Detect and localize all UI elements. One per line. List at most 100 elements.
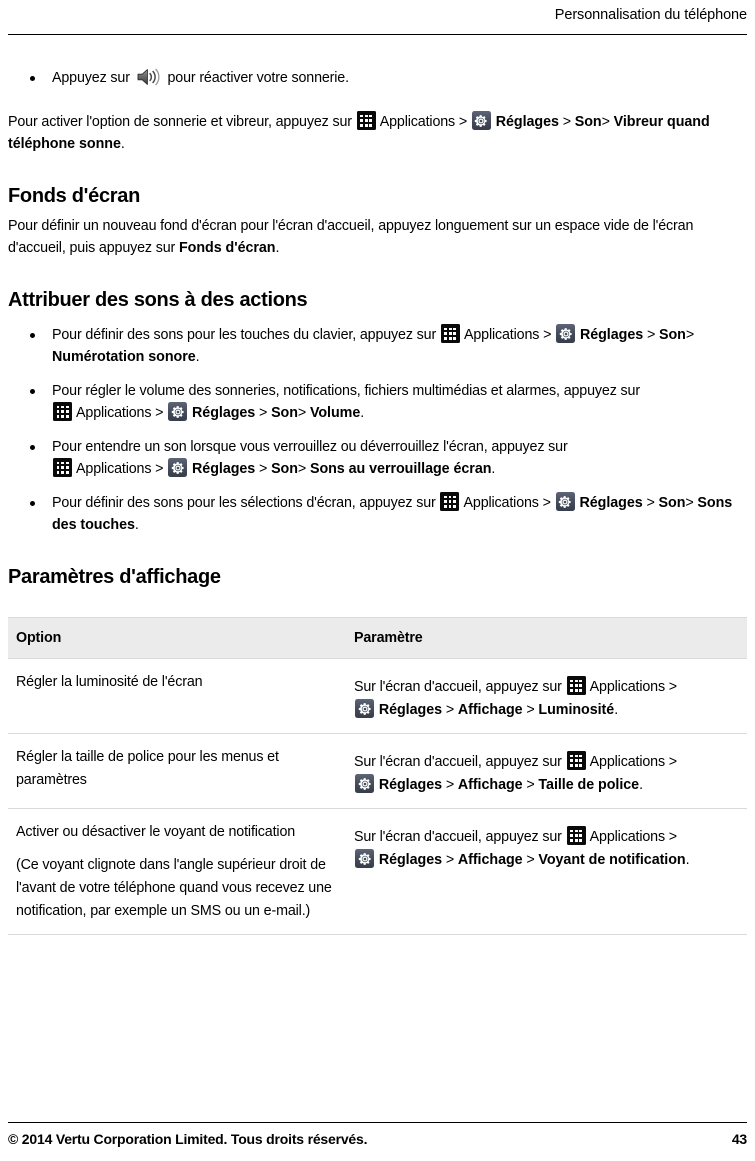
- path-separator: >: [668, 829, 677, 845]
- cell-parametre: Sur l'écran d'accueil, appuyez sur Appli…: [346, 808, 747, 935]
- reglages-label: Réglages: [495, 114, 559, 130]
- display-settings-table: Option Paramètre Régler la luminosité de…: [8, 617, 747, 935]
- settings-gear-icon: [168, 458, 188, 477]
- applications-label: Applications: [589, 829, 665, 845]
- bullet-lead-text: Pour entendre un son lorsque vous verrou…: [52, 439, 568, 455]
- page-content: Appuyez sur pour réactiver votre sonneri…: [8, 35, 747, 935]
- path-separator: >: [526, 702, 535, 718]
- section-heading-sounds: Attribuer des sons à des actions: [8, 289, 308, 311]
- sentence-period: .: [275, 239, 280, 256]
- path-separator: >: [155, 405, 164, 421]
- paragraph-lead: Pour activer l'option de sonnerie et vib…: [8, 114, 352, 130]
- bullet-lead-text: Pour définir des sons pour les sélection…: [52, 495, 436, 511]
- copyright-text: © 2014 Vertu Corporation Limited. Tous d…: [8, 1131, 368, 1147]
- column-header-parametre: Paramètre: [346, 617, 747, 659]
- affichage-label: Affichage: [457, 777, 523, 793]
- son-label: Son: [271, 405, 298, 421]
- applications-label: Applications: [463, 495, 539, 511]
- option-text: Régler la taille de police pour les menu…: [16, 749, 279, 788]
- speaker-volume-icon: [136, 68, 162, 86]
- option-note: (Ce voyant clignote dans l'angle supérie…: [16, 857, 332, 919]
- settings-gear-icon: [355, 849, 374, 868]
- apps-grid-icon: [566, 826, 586, 845]
- path-separator: >: [297, 405, 307, 421]
- apps-grid-icon: [440, 324, 460, 343]
- applications-label: Applications: [76, 405, 152, 421]
- reglages-label: Réglages: [378, 777, 442, 793]
- setting-target-label: Volume: [309, 405, 361, 421]
- cell-parametre: Sur l'écran d'accueil, appuyez sur Appli…: [346, 733, 747, 809]
- document-page: Personnalisation du téléphone Appuyez su…: [0, 0, 755, 1161]
- cell-option: Activer ou désactiver le voyant de notif…: [8, 808, 346, 935]
- page-header: Personnalisation du téléphone: [8, 0, 747, 25]
- applications-label: Applications: [379, 114, 456, 130]
- path-separator: >: [646, 495, 655, 511]
- header-title: Personnalisation du téléphone: [554, 7, 747, 23]
- cell-option: Régler la taille de police pour les menu…: [8, 733, 346, 809]
- setting-target-label: Voyant de notification: [538, 852, 686, 868]
- son-label: Son: [658, 495, 686, 511]
- applications-label: Applications: [589, 754, 665, 770]
- settings-gear-icon: [168, 402, 188, 421]
- path-separator: >: [601, 114, 610, 130]
- applications-label: Applications: [589, 679, 665, 695]
- table-row: Activer ou désactiver le voyant de notif…: [8, 808, 747, 935]
- list-item: Pour régler le volume des sonneries, not…: [8, 380, 747, 424]
- reglages-label: Réglages: [579, 495, 643, 511]
- reglages-label: Réglages: [378, 852, 442, 868]
- son-label: Son: [271, 461, 298, 477]
- footer-divider: [8, 1122, 747, 1123]
- path-separator: >: [259, 405, 268, 421]
- section-heading-wallpaper: Fonds d'écran: [8, 185, 140, 207]
- reglages-label: Réglages: [192, 405, 256, 421]
- setting-target-label: Numérotation sonore: [52, 349, 196, 365]
- setting-target-label: Sons au verrouillage écran: [309, 461, 492, 477]
- paragraph-body: Pour définir un nouveau fond d'écran pou…: [8, 218, 694, 256]
- column-header-option: Option: [8, 617, 346, 659]
- apps-grid-icon: [440, 492, 460, 511]
- ringer-bullet-list: Appuyez sur pour réactiver votre sonneri…: [8, 67, 747, 89]
- page-number: 43: [731, 1131, 747, 1147]
- ringer-vibrate-paragraph: Pour activer l'option de sonnerie et vib…: [8, 111, 747, 155]
- path-separator: >: [458, 114, 468, 130]
- apps-grid-icon: [356, 111, 376, 130]
- bullet-text-after: pour réactiver votre sonnerie.: [167, 70, 349, 86]
- table-row: Régler la luminosité de l'écran Sur l'éc…: [8, 658, 747, 734]
- list-item: Pour définir des sons pour les sélection…: [8, 492, 747, 536]
- list-item: Pour définir des sons pour les touches d…: [8, 324, 747, 368]
- page-footer: © 2014 Vertu Corporation Limited. Tous d…: [8, 1122, 747, 1147]
- affichage-label: Affichage: [457, 702, 523, 718]
- path-separator: >: [445, 852, 455, 868]
- path-separator: >: [526, 777, 535, 793]
- path-separator: >: [685, 327, 695, 343]
- sentence-period: .: [195, 349, 200, 365]
- cell-parametre: Sur l'écran d'accueil, appuyez sur Appli…: [346, 658, 747, 734]
- sentence-period: .: [491, 461, 496, 477]
- path-separator: >: [445, 777, 455, 793]
- reglages-label: Réglages: [579, 327, 644, 343]
- bullet-text-before: Appuyez sur: [52, 70, 130, 86]
- applications-label: Applications: [76, 461, 152, 477]
- list-item: Pour entendre un son lorsque vous verrou…: [8, 436, 747, 480]
- path-separator: >: [445, 702, 455, 718]
- settings-gear-icon: [555, 492, 575, 511]
- sentence-period: .: [360, 405, 365, 421]
- reglages-label: Réglages: [192, 461, 256, 477]
- settings-gear-icon: [355, 699, 374, 718]
- wallpaper-paragraph: Pour définir un nouveau fond d'écran pou…: [8, 216, 747, 259]
- settings-gear-icon: [355, 774, 374, 793]
- sentence-period: .: [134, 517, 139, 533]
- value-lead-text: Sur l'écran d'accueil, appuyez sur: [354, 754, 562, 770]
- reglages-label: Réglages: [378, 702, 442, 718]
- option-text: Régler la luminosité de l'écran: [16, 674, 203, 690]
- path-separator: >: [155, 461, 164, 477]
- applications-label: Applications: [463, 327, 540, 343]
- path-separator: >: [646, 327, 656, 343]
- value-lead-text: Sur l'écran d'accueil, appuyez sur: [354, 679, 562, 695]
- bullet-lead-text: Pour régler le volume des sonneries, not…: [52, 383, 640, 399]
- setting-target-label: Luminosité: [538, 702, 615, 718]
- sentence-period: .: [685, 852, 690, 868]
- section-heading-display: Paramètres d'affichage: [8, 566, 221, 588]
- son-label: Son: [658, 327, 686, 343]
- apps-grid-icon: [53, 458, 72, 477]
